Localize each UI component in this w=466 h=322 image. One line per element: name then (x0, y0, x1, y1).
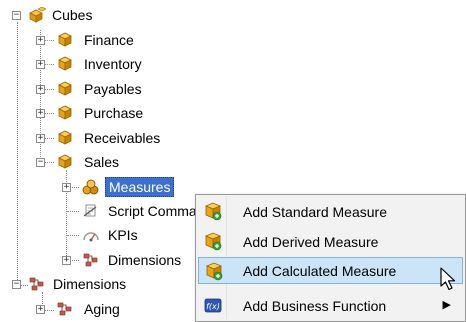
menu-item-label: Add Derived Measure (243, 234, 379, 250)
kpi-icon (83, 232, 99, 242)
tree-node-finance[interactable]: Finance (84, 31, 134, 49)
tree-node-kpis[interactable]: KPIs (108, 226, 138, 244)
derived-measure-icon (204, 232, 222, 251)
context-menu: Add Standard Measure Add Derived Measure… (195, 194, 466, 322)
tree-line (67, 235, 79, 236)
collapse-toggle[interactable]: − (12, 11, 21, 20)
menu-item-label: Add Calculated Measure (243, 263, 397, 279)
cube-icon (58, 154, 72, 169)
tree-node-dimensions-root[interactable]: Dimensions (53, 275, 126, 293)
script-icon (83, 204, 97, 217)
tree-node-cubes[interactable]: Cubes (52, 6, 92, 24)
menu-item-add-standard-measure[interactable]: Add Standard Measure (198, 198, 463, 225)
expand-toggle[interactable]: + (36, 60, 45, 69)
cube-icon (58, 105, 72, 120)
measures-icon (82, 179, 99, 195)
tree-line (67, 211, 79, 212)
dimensions-icon (83, 253, 98, 267)
cube-icon (58, 56, 72, 71)
dimensions-folder-icon (29, 277, 44, 291)
business-function-icon: f(x) (204, 298, 222, 313)
collapse-toggle[interactable]: − (12, 280, 21, 289)
tree-node-receivables[interactable]: Receivables (84, 129, 160, 147)
svg-text:f(x): f(x) (206, 302, 220, 311)
expand-toggle[interactable]: + (36, 305, 45, 314)
menu-item-add-business-function[interactable]: f(x) Add Business Function ▶ (198, 292, 463, 319)
tree-node-script-commands[interactable]: Script Comma (108, 202, 197, 220)
tree-node-dimensions[interactable]: Dimensions (108, 251, 181, 269)
standard-measure-icon (204, 202, 222, 221)
cube-icon (58, 130, 72, 145)
collapse-toggle[interactable]: − (36, 158, 45, 167)
tree-node-aging[interactable]: Aging (84, 300, 120, 318)
cubes-folder-icon (29, 7, 46, 23)
mouse-pointer-icon (440, 267, 456, 291)
submenu-arrow-icon: ▶ (442, 299, 451, 311)
dimension-icon (57, 302, 72, 316)
calculated-measure-icon (205, 262, 223, 281)
expand-toggle[interactable]: + (36, 36, 45, 45)
expand-toggle[interactable]: + (36, 85, 45, 94)
expand-toggle[interactable]: + (62, 183, 71, 192)
tree-node-payables[interactable]: Payables (84, 80, 142, 98)
menu-item-label: Add Business Function (243, 298, 387, 314)
menu-item-add-calculated-measure[interactable]: Add Calculated Measure (198, 257, 463, 284)
cube-icon (58, 32, 72, 47)
tree-line (17, 22, 18, 282)
tree-node-measures[interactable]: Measures (105, 177, 175, 197)
tree-node-purchase[interactable]: Purchase (84, 104, 143, 122)
tree-node-sales[interactable]: Sales (84, 153, 119, 171)
expand-toggle[interactable]: + (36, 109, 45, 118)
tree-node-inventory[interactable]: Inventory (84, 55, 142, 73)
tree-line (40, 30, 41, 163)
expand-toggle[interactable]: + (36, 134, 45, 143)
cube-icon (58, 81, 72, 96)
expand-toggle[interactable]: + (62, 256, 71, 265)
menu-item-label: Add Standard Measure (243, 204, 387, 220)
menu-item-add-derived-measure[interactable]: Add Derived Measure (198, 228, 463, 255)
